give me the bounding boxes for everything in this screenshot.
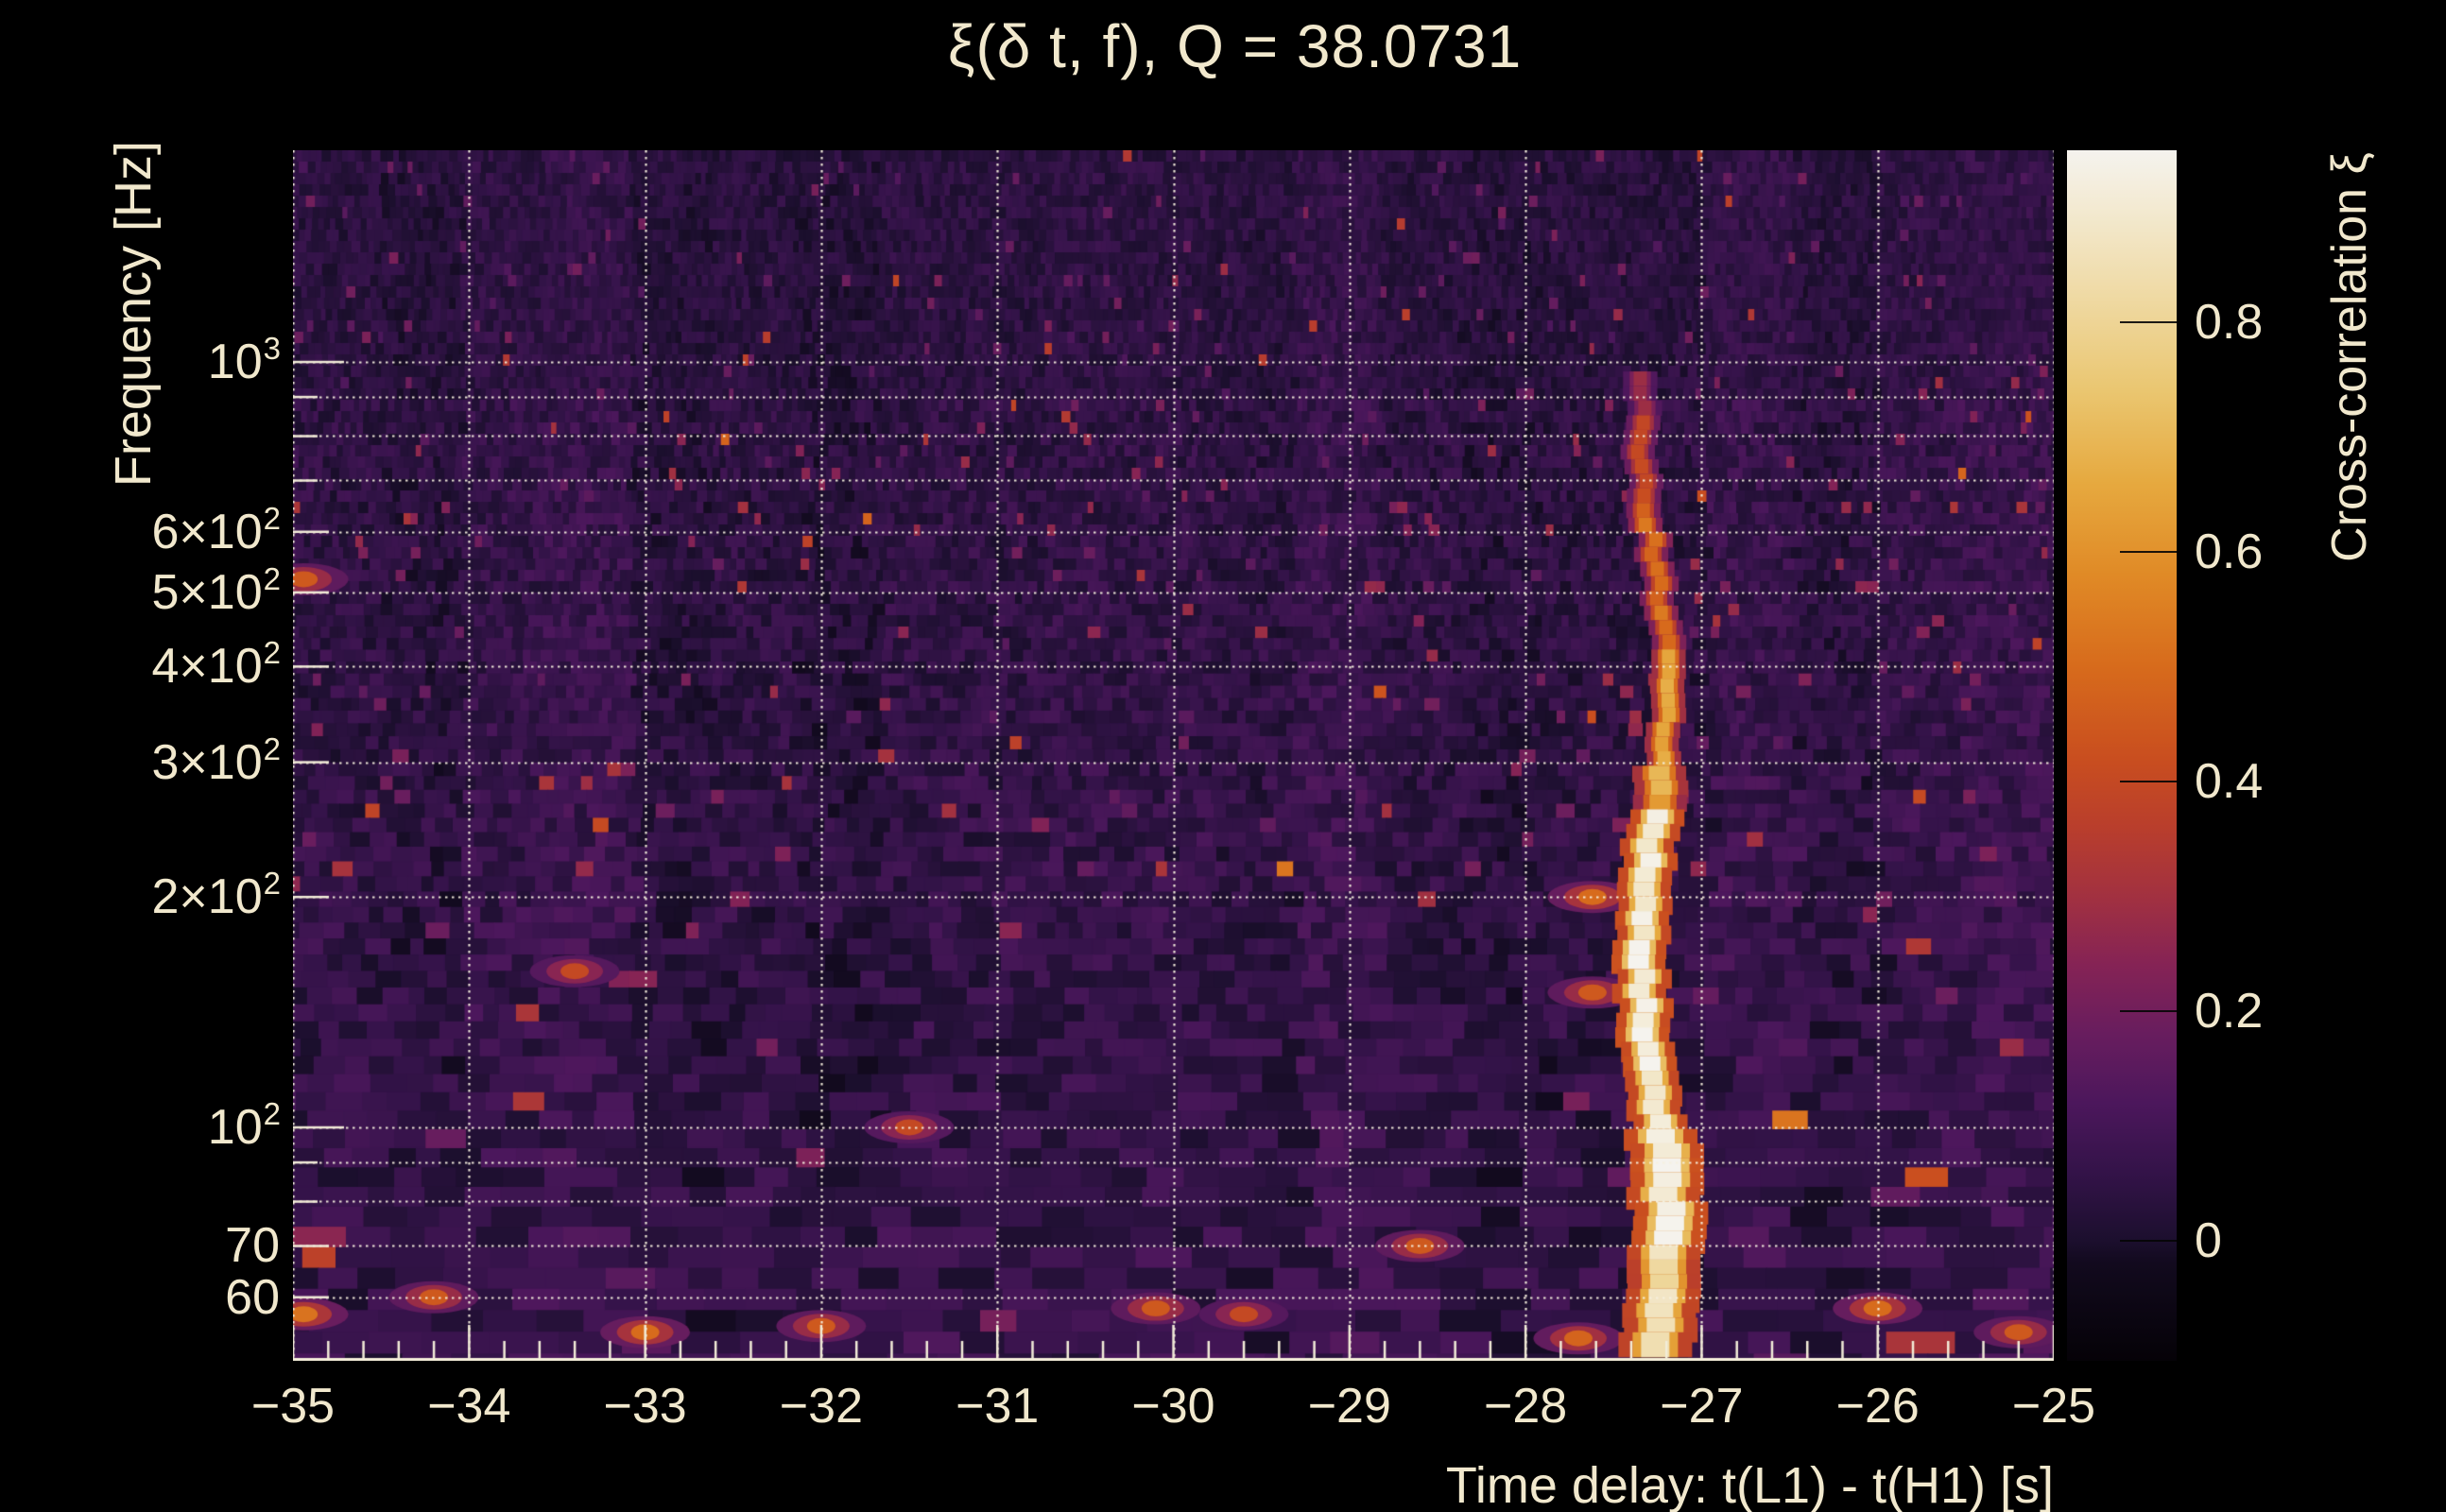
y-tick-label: 102	[0, 1097, 280, 1158]
x-tick-label: −35	[208, 1378, 378, 1435]
y-tick-label: 60	[0, 1267, 280, 1328]
colorbar-tick-label: 0	[2195, 1211, 2384, 1271]
y-tick-label: 6×102	[0, 502, 280, 562]
colorbar-tick-label: 0.4	[2195, 751, 2384, 812]
x-tick-label: −31	[912, 1378, 1082, 1435]
y-axis-title: Frequency [Hz]	[104, 101, 164, 526]
x-tick-label: −27	[1616, 1378, 1786, 1435]
x-tick-label: −29	[1265, 1378, 1435, 1435]
plot-title: ξ(δ t, f), Q = 38.0731	[293, 11, 2177, 81]
colorbar-tick	[2120, 551, 2177, 553]
colorbar-tick	[2120, 1010, 2177, 1012]
y-tick-label: 2×102	[0, 867, 280, 927]
x-tick-label: −26	[1793, 1378, 1963, 1435]
x-tick-label: −32	[736, 1378, 906, 1435]
y-tick-label: 3×102	[0, 732, 280, 793]
x-tick-label: −28	[1440, 1378, 1611, 1435]
y-tick-label: 4×102	[0, 636, 280, 696]
colorbar-gradient	[2067, 150, 2177, 1361]
x-tick-label: −30	[1089, 1378, 1259, 1435]
qscan-figure: ξ(δ t, f), Q = 38.0731 Frequency [Hz] 10…	[0, 0, 2446, 1512]
colorbar-tick	[2120, 1240, 2177, 1242]
colorbar-tick-label: 0.2	[2195, 981, 2384, 1041]
spectrogram-canvas	[293, 150, 2054, 1361]
x-tick-label: −33	[560, 1378, 731, 1435]
x-tick-label: −34	[384, 1378, 554, 1435]
x-axis-title: Time delay: t(L1) - t(H1) [s]	[1134, 1456, 2054, 1512]
x-tick-label: −25	[1969, 1378, 2139, 1435]
colorbar-tick	[2120, 321, 2177, 323]
y-tick-label: 5×102	[0, 562, 280, 623]
colorbar-tick	[2120, 781, 2177, 782]
colorbar-title: Cross-correlation ξ	[2321, 121, 2370, 593]
y-tick-label: 103	[0, 332, 280, 392]
